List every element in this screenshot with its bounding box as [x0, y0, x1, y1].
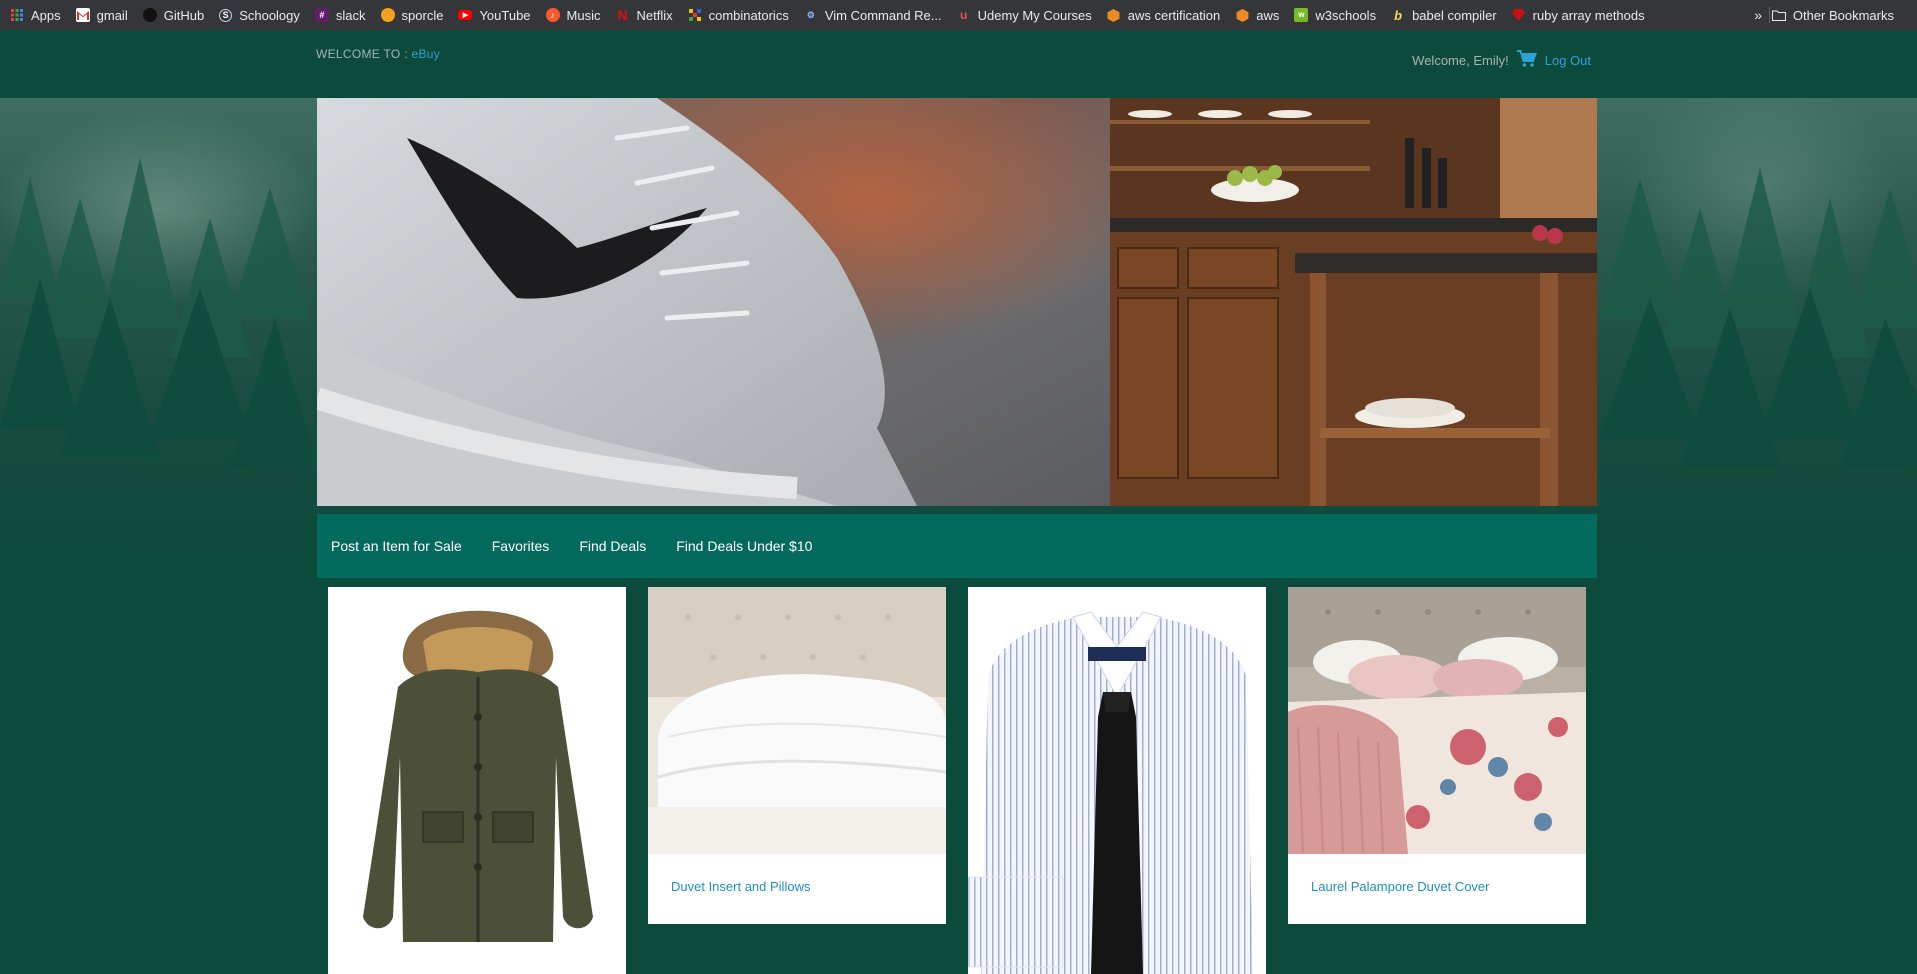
bookmarks-bar: Apps gmail GitHub S Schoology # slack sp…: [0, 0, 1917, 30]
banner-kitchen-image: [1110, 98, 1597, 506]
nav-find-deals[interactable]: Find Deals: [579, 538, 646, 554]
bookmark-label: Vim Command Re...: [824, 7, 942, 23]
bookmark-label: Netflix: [636, 7, 673, 23]
aws-icon: [1107, 8, 1121, 22]
bookmark-label: YouTube: [479, 7, 531, 23]
nav-find-deals-under-10[interactable]: Find Deals Under $10: [676, 538, 812, 554]
welcome-prefix: WELCOME TO :: [316, 47, 412, 61]
hero-banner: [317, 98, 1597, 506]
bookmarks-overflow-chevron-icon[interactable]: »: [1754, 0, 1762, 30]
schoology-icon: S: [219, 8, 233, 22]
slack-icon: #: [314, 8, 329, 22]
product-card[interactable]: [968, 587, 1266, 974]
bookmark-label: aws certification: [1127, 7, 1221, 23]
product-image-dress-shirt[interactable]: [968, 587, 1266, 974]
cart-icon[interactable]: [1516, 50, 1537, 71]
site-header: WELCOME TO : eBuy Welcome, Emily! Log Ou…: [0, 30, 1917, 98]
bookmark-label: Schoology: [239, 7, 300, 23]
bookmark-label: sporcle: [401, 7, 444, 23]
bookmark-music[interactable]: ♪ Music: [545, 7, 601, 23]
product-image-duvet-insert[interactable]: [648, 587, 946, 854]
bookmark-aws-certification[interactable]: aws certification: [1107, 8, 1220, 23]
bookmark-apps[interactable]: Apps: [10, 8, 61, 23]
banner-sneaker-image: [317, 98, 1110, 506]
bookmark-label: Music: [566, 7, 601, 23]
product-card[interactable]: Laurel Palampore Duvet Cover: [1288, 587, 1586, 924]
bookmark-label: w3schools: [1315, 7, 1377, 23]
page: WELCOME TO : eBuy Welcome, Emily! Log Ou…: [0, 30, 1917, 974]
product-image-floral-duvet[interactable]: [1288, 587, 1586, 854]
bookmark-label: gmail: [96, 7, 128, 23]
bookmark-gmail[interactable]: gmail: [75, 7, 128, 23]
folder-icon: [1771, 8, 1786, 22]
youtube-icon: ▶: [458, 10, 473, 20]
product-card[interactable]: [328, 587, 626, 974]
aws-icon: [1235, 8, 1249, 22]
bookmark-w3schools[interactable]: w w3schools: [1294, 8, 1376, 23]
user-area: Welcome, Emily! Log Out: [1412, 50, 1591, 71]
product-title[interactable]: Laurel Palampore Duvet Cover: [1311, 879, 1489, 894]
vim-icon: ⚙: [806, 9, 815, 20]
product-image-parka[interactable]: [328, 587, 626, 974]
github-icon: [142, 8, 157, 22]
w3schools-icon: w: [1294, 8, 1309, 22]
apps-grid-icon: [10, 8, 24, 22]
babel-icon: b: [1394, 7, 1403, 23]
music-icon: ♪: [545, 8, 560, 22]
bookmark-github[interactable]: GitHub: [142, 7, 205, 23]
welcome-heading: WELCOME TO : eBuy: [316, 47, 440, 61]
nav-favorites[interactable]: Favorites: [492, 538, 550, 554]
bookmark-label: GitHub: [163, 7, 205, 23]
user-greeting: Welcome, Emily!: [1412, 53, 1509, 68]
bookmark-combinatorics[interactable]: combinatorics: [688, 8, 789, 23]
brand-link[interactable]: eBuy: [411, 47, 440, 61]
bookmark-aws[interactable]: aws: [1235, 8, 1279, 23]
bookmark-sporcle[interactable]: sporcle: [380, 7, 444, 23]
bookmark-label: Apps: [31, 7, 61, 23]
ruby-icon: [1512, 8, 1526, 22]
combinatorics-icon: [688, 8, 702, 22]
main-nav: Post an Item for Sale Favorites Find Dea…: [317, 514, 1597, 578]
bookmark-schoology[interactable]: S Schoology: [219, 8, 300, 23]
netflix-icon: N: [617, 7, 628, 23]
udemy-icon: u: [959, 8, 968, 22]
bookmark-label: Udemy My Courses: [977, 7, 1092, 23]
bookmark-babel[interactable]: b babel compiler: [1391, 8, 1497, 23]
bookmark-label: aws: [1256, 7, 1280, 23]
bookmark-udemy[interactable]: u Udemy My Courses: [957, 8, 1092, 23]
product-card[interactable]: Duvet Insert and Pillows: [648, 587, 946, 924]
bookmark-vim[interactable]: ⚙ Vim Command Re...: [804, 8, 942, 23]
bookmark-ruby[interactable]: ruby array methods: [1512, 8, 1645, 23]
gmail-icon: [75, 8, 90, 22]
nav-post-item[interactable]: Post an Item for Sale: [331, 538, 462, 554]
other-bookmarks-label: Other Bookmarks: [1792, 7, 1894, 23]
bookmark-slack[interactable]: # slack: [314, 7, 366, 23]
bookmark-youtube[interactable]: ▶ YouTube: [458, 7, 531, 23]
bookmark-netflix[interactable]: N Netflix: [616, 7, 673, 23]
logout-link[interactable]: Log Out: [1545, 53, 1591, 68]
bookmarks-divider: [1769, 7, 1770, 23]
bookmark-label: combinatorics: [708, 7, 789, 23]
bookmark-label: babel compiler: [1412, 7, 1497, 23]
bookmark-label: slack: [335, 7, 366, 23]
other-bookmarks[interactable]: Other Bookmarks: [1771, 0, 1894, 30]
product-title[interactable]: Duvet Insert and Pillows: [671, 879, 810, 894]
sporcle-icon: [380, 8, 395, 22]
bookmark-label: ruby array methods: [1532, 7, 1645, 23]
